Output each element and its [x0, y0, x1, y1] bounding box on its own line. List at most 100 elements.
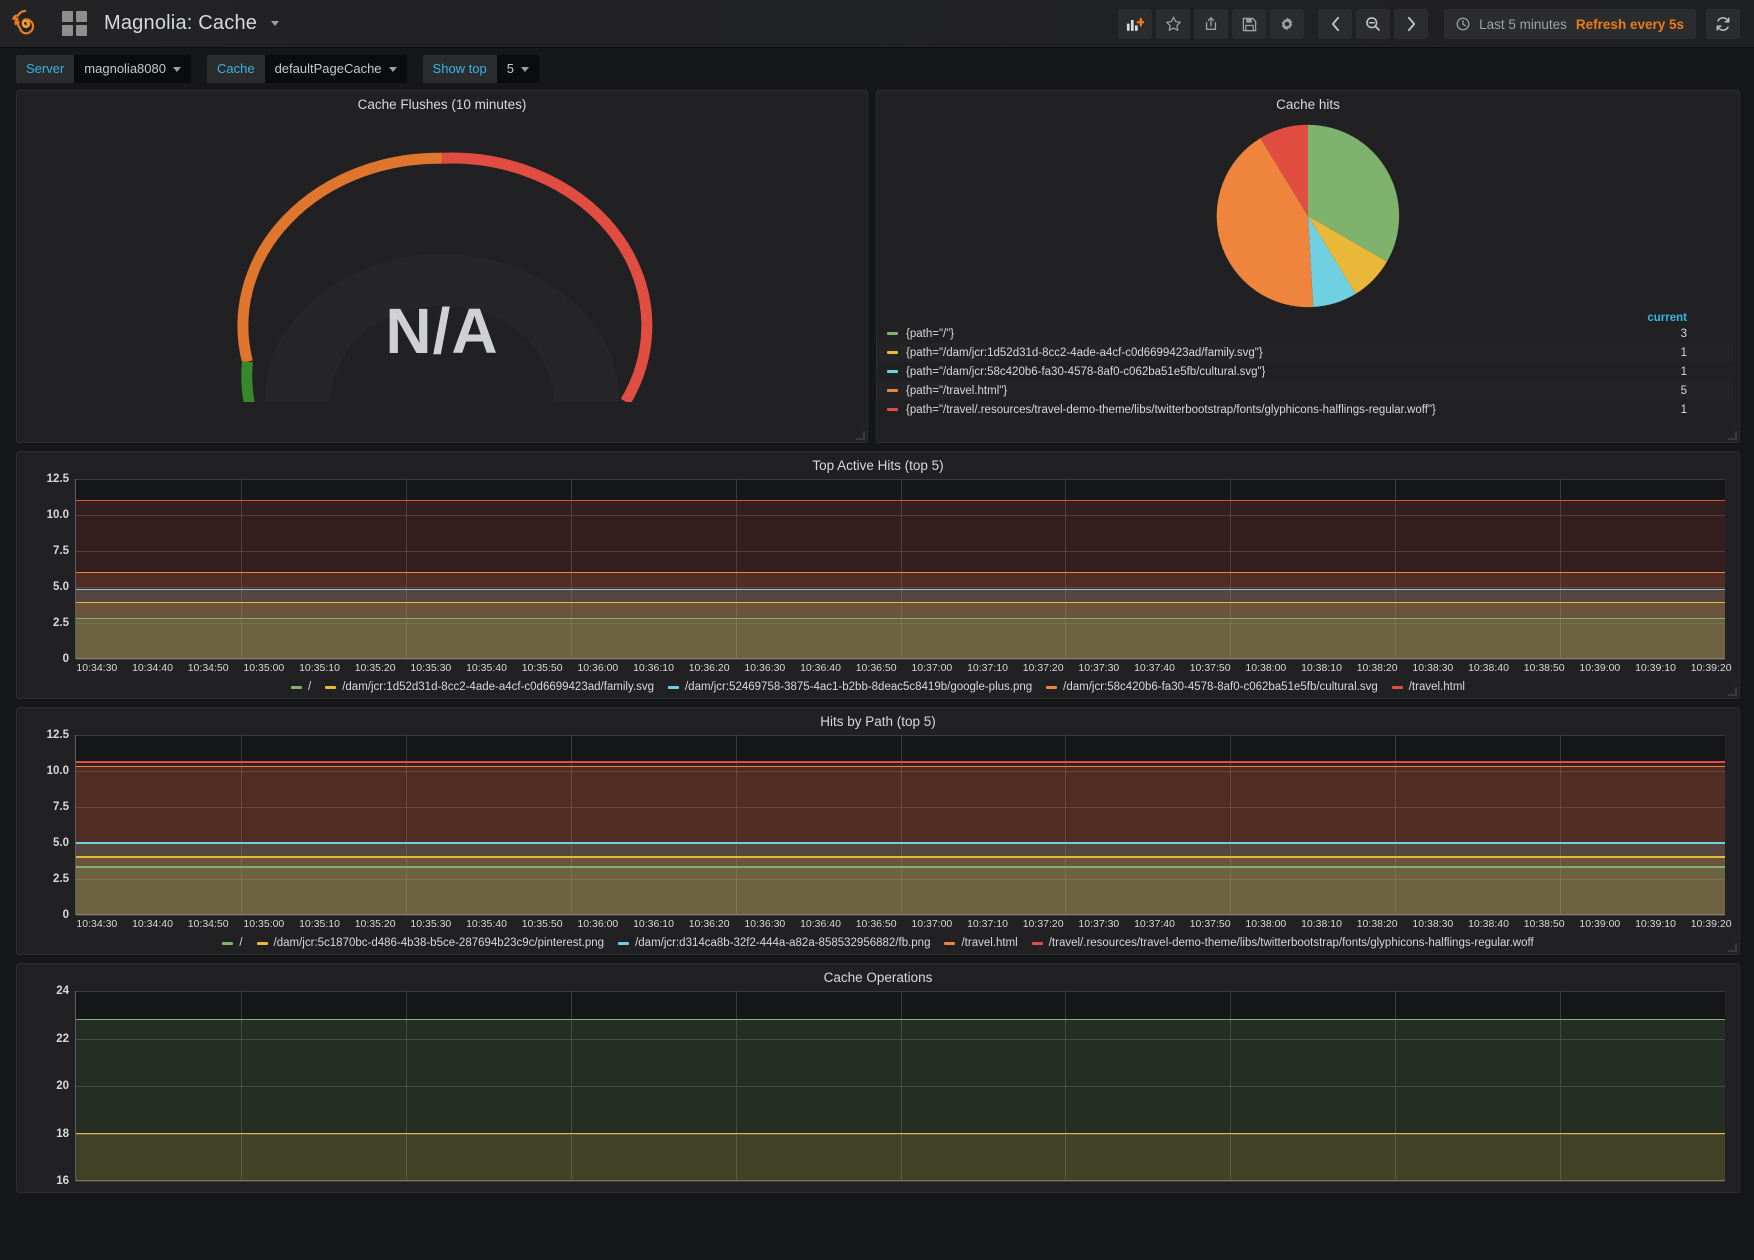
x-tick-label: 10:34:40 [132, 662, 173, 674]
x-tick-label: 10:37:30 [1078, 662, 1119, 674]
panel-resize-handle[interactable] [856, 431, 865, 440]
dashboard-settings-button[interactable] [1270, 9, 1304, 39]
series-color-swatch [887, 389, 898, 392]
series-line [76, 1019, 1725, 1021]
graph-body: 1618202224 [17, 985, 1739, 1181]
y-tick-label: 16 [56, 1175, 69, 1187]
panel-cache-flushes[interactable]: Cache Flushes (10 minutes) N/A [16, 90, 868, 443]
panel-cache-hits[interactable]: Cache hits current {path="/"} 3 [876, 90, 1740, 443]
series-area [76, 867, 1725, 915]
chevron-down-icon [521, 67, 529, 72]
pie-legend-header-current: current [1647, 312, 1687, 324]
save-dashboard-button[interactable] [1232, 9, 1266, 39]
refresh-button[interactable] [1706, 9, 1740, 39]
panel-title-cache-operations[interactable]: Cache Operations [17, 964, 1739, 985]
x-tick-label: 10:34:50 [188, 662, 229, 674]
y-tick-label: 24 [56, 985, 69, 997]
series-name: /dam/jcr:52469758-3875-4ac1-b2bb-8deac5c… [685, 681, 1032, 693]
x-tick-label: 10:37:40 [1134, 662, 1175, 674]
panel-resize-handle[interactable] [1728, 943, 1737, 952]
y-tick-label: 5.0 [53, 837, 69, 849]
x-tick-label: 10:37:00 [911, 918, 952, 930]
x-tick-label: 10:38:20 [1357, 918, 1398, 930]
legend-item[interactable]: / [291, 681, 311, 693]
star-dashboard-button[interactable] [1156, 9, 1190, 39]
legend-row[interactable]: {path="/travel/.resources/travel-demo-th… [877, 400, 1733, 419]
legend-item[interactable]: /travel.html [944, 937, 1017, 949]
series-color-swatch [887, 408, 898, 411]
x-tick-label: 10:36:30 [744, 662, 785, 674]
x-tick-label: 10:36:40 [800, 662, 841, 674]
legend-hits-by-path: / /dam/jcr:5c1870bc-d486-4b38-b5ce-287694… [17, 935, 1739, 955]
series-value: 5 [1681, 385, 1733, 397]
panel-title-cache-hits[interactable]: Cache hits [877, 91, 1739, 112]
legend-row[interactable]: {path="/dam/jcr:1d52d31d-8cc2-4ade-a4cf-… [877, 343, 1733, 362]
legend-row[interactable]: {path="/"} 3 [877, 324, 1733, 343]
panel-title-hits-by-path[interactable]: Hits by Path (top 5) [17, 708, 1739, 729]
x-tick-label: 10:37:50 [1190, 662, 1231, 674]
series-color-swatch [291, 686, 302, 689]
x-tick-label: 10:38:50 [1524, 662, 1565, 674]
panel-hits-by-path[interactable]: Hits by Path (top 5) 02.55.07.510.012.5 … [16, 707, 1740, 955]
series-value: 3 [1681, 328, 1733, 340]
time-back-button[interactable] [1318, 9, 1352, 39]
y-axis-cache-operations: 1618202224 [23, 991, 75, 1181]
x-tick-label: 10:35:20 [355, 918, 396, 930]
legend-row[interactable]: {path="/dam/jcr:58c420b6-fa30-4578-8af0-… [877, 362, 1733, 381]
series-line [76, 500, 1725, 502]
legend-item[interactable]: /dam/jcr:d314ca8b-32f2-444a-a82a-8585329… [618, 937, 930, 949]
time-forward-button[interactable] [1394, 9, 1428, 39]
y-tick-label: 22 [56, 1033, 69, 1045]
x-tick-label: 10:37:20 [1023, 918, 1064, 930]
x-tick-label: 10:35:20 [355, 662, 396, 674]
x-tick-label: 10:38:20 [1357, 662, 1398, 674]
dashboard-grid-icon[interactable] [62, 11, 88, 37]
zoom-out-button[interactable] [1356, 9, 1390, 39]
legend-item[interactable]: /dam/jcr:1d52d31d-8cc2-4ade-a4cf-c0d6699… [325, 681, 654, 693]
plot-area-top-active-hits [75, 479, 1725, 659]
variable-server-dropdown[interactable]: magnolia8080 [74, 55, 191, 83]
legend-item[interactable]: /dam/jcr:52469758-3875-4ac1-b2bb-8deac5c… [668, 681, 1032, 693]
share-dashboard-button[interactable] [1194, 9, 1228, 39]
grafana-logo-icon[interactable] [0, 0, 52, 48]
horizontal-gridline [76, 1181, 1725, 1182]
legend-item[interactable]: /travel.html [1392, 681, 1465, 693]
time-range-picker[interactable]: Last 5 minutes Refresh every 5s [1444, 9, 1696, 39]
series-name: {path="/travel.html"} [906, 385, 1007, 397]
top-navbar: Magnolia: Cache [0, 0, 1754, 48]
series-line [76, 589, 1725, 591]
variable-cache-label: Cache [207, 55, 265, 83]
x-tick-label: 10:35:10 [299, 918, 340, 930]
dashboard-row-1: Cache Flushes (10 minutes) N/A Cache hit… [0, 90, 1754, 443]
series-name: /dam/jcr:d314ca8b-32f2-444a-a82a-8585329… [635, 937, 930, 949]
panel-top-active-hits[interactable]: Top Active Hits (top 5) 02.55.07.510.012… [16, 451, 1740, 699]
variable-cache-dropdown[interactable]: defaultPageCache [265, 55, 407, 83]
x-tick-label: 10:35:00 [243, 662, 284, 674]
panel-resize-handle[interactable] [1728, 687, 1737, 696]
panel-title-top-active-hits[interactable]: Top Active Hits (top 5) [17, 452, 1739, 473]
legend-item[interactable]: /dam/jcr:58c420b6-fa30-4578-8af0-c062ba5… [1046, 681, 1378, 693]
page-title[interactable]: Magnolia: Cache [104, 12, 279, 35]
x-axis-top-active-hits: 10:34:3010:34:4010:34:5010:35:0010:35:10… [69, 659, 1739, 679]
legend-item[interactable]: /travel/.resources/travel-demo-theme/lib… [1032, 937, 1534, 949]
panel-resize-handle[interactable] [1728, 431, 1737, 440]
y-tick-label: 12.5 [47, 729, 69, 741]
variable-server-label: Server [16, 55, 74, 83]
series-color-swatch [668, 686, 679, 689]
graph-body: 02.55.07.510.012.5 [17, 729, 1739, 915]
dashboard-row-3: Hits by Path (top 5) 02.55.07.510.012.5 … [0, 707, 1754, 955]
add-panel-button[interactable] [1118, 9, 1152, 39]
legend-item[interactable]: /dam/jcr:5c1870bc-d486-4b38-b5ce-287694b… [257, 937, 605, 949]
x-tick-label: 10:38:10 [1301, 662, 1342, 674]
series-color-swatch [1046, 686, 1057, 689]
panel-title-cache-flushes[interactable]: Cache Flushes (10 minutes) [17, 91, 867, 112]
clock-icon [1456, 17, 1470, 31]
chevron-down-icon [389, 67, 397, 72]
legend-row[interactable]: {path="/travel.html"} 5 [877, 381, 1733, 400]
series-value: 1 [1681, 366, 1733, 378]
legend-item[interactable]: / [222, 937, 242, 949]
plot-area-cache-operations [75, 991, 1725, 1181]
variable-cache: Cache defaultPageCache [207, 55, 407, 83]
panel-cache-operations[interactable]: Cache Operations 1618202224 [16, 963, 1740, 1193]
variable-show-top-dropdown[interactable]: 5 [497, 55, 539, 83]
